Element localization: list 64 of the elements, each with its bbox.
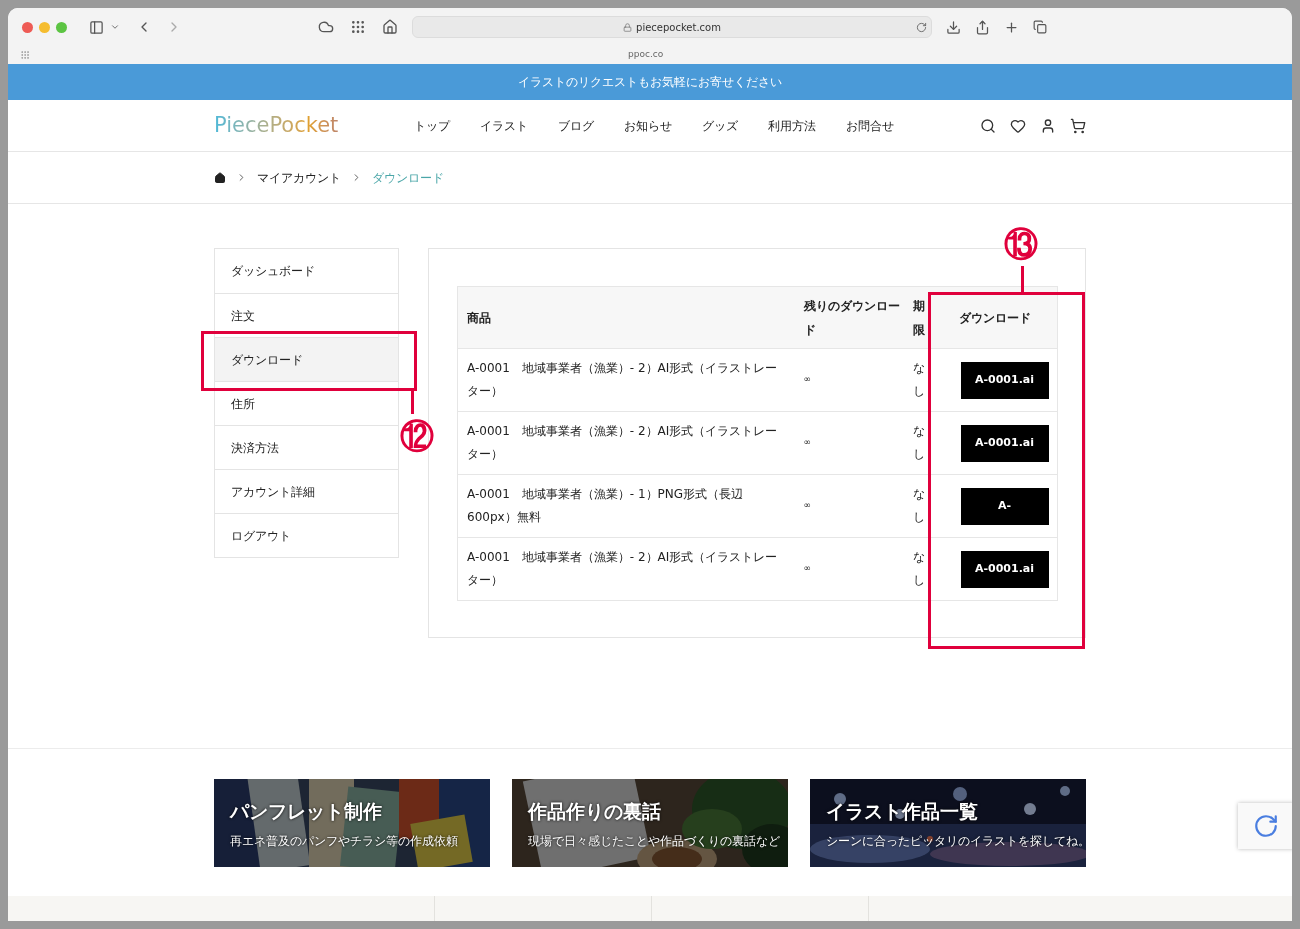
column-header: 商品 (457, 286, 795, 349)
download-button[interactable]: A- (960, 487, 1049, 525)
table-cell: A-0001 地域事業者（漁業）- 2）AI形式（イラストレーター） (457, 537, 795, 601)
table-cell: なし (912, 348, 931, 412)
recaptcha-badge[interactable] (1238, 803, 1292, 849)
reload-icon[interactable] (916, 21, 927, 33)
close-icon[interactable] (22, 21, 33, 33)
account-menu-item[interactable]: ダウンロード (215, 337, 398, 381)
table-cell: ∞ (794, 411, 913, 475)
nav-link[interactable]: ブログ (558, 116, 594, 135)
promo-subtitle: シーンに合ったピッタリのイラストを探してね。 (826, 832, 1086, 850)
column-header: 残りのダウンロード (794, 286, 913, 349)
promo-card[interactable]: パンフレット制作 再エネ普及のパンフやチラシ等の作成依頼 (214, 779, 490, 867)
recaptcha-icon (1253, 813, 1279, 839)
download-button[interactable]: A-0001.ai (960, 424, 1049, 462)
leader-line (1021, 266, 1024, 292)
nav-link[interactable]: グッズ (702, 116, 738, 135)
promo-card[interactable]: 作品作りの裏話 現場で日々感じたことや作品づくりの裏話など (512, 779, 788, 867)
grid-icon[interactable] (350, 19, 366, 35)
download-icon[interactable] (946, 19, 961, 35)
search-icon[interactable] (980, 117, 996, 134)
promo-title: パンフレット制作 (230, 799, 383, 824)
table-cell: A-0001 地域事業者（漁業）- 1）PNG形式（長辺600px）無料 (457, 474, 795, 538)
promo-subtitle: 再エネ普及のパンフやチラシ等の作成依頼 (230, 832, 459, 850)
chevron-down-icon[interactable] (110, 22, 120, 32)
annotation-number: ⑬ (1004, 224, 1038, 264)
table-cell: A-0001 地域事業者（漁業）- 2）AI形式（イラストレーター） (457, 348, 795, 412)
table-cell: ∞ (794, 348, 913, 412)
table-cell: ∞ (794, 537, 913, 601)
account-icon[interactable] (1040, 117, 1056, 134)
leader-line (411, 391, 414, 414)
table-cell: なし (912, 474, 931, 538)
home-icon[interactable] (214, 171, 226, 184)
table-cell: A-0001 地域事業者（漁業）- 2）AI形式（イラストレーター） (457, 411, 795, 475)
nav-link[interactable]: お問合せ (846, 116, 894, 135)
cloud-icon[interactable] (318, 19, 334, 35)
nav-link[interactable]: イラスト (480, 116, 528, 135)
address-bar[interactable]: piecepocket.com (412, 16, 932, 38)
heart-icon[interactable] (1010, 117, 1026, 134)
cart-icon[interactable] (1070, 117, 1086, 134)
tab-title[interactable]: ppoc.co (628, 48, 664, 62)
promo-card[interactable]: イラスト作品一覧 シーンに合ったピッタリのイラストを探してね。 (810, 779, 1086, 867)
promo-subtitle: 現場で日々感じたことや作品づくりの裏話など (528, 832, 781, 850)
promo-title: イラスト作品一覧 (826, 799, 979, 824)
promo-title: 作品作りの裏話 (528, 799, 662, 824)
tabs-icon[interactable] (1033, 20, 1047, 34)
annotation-number: ⑫ (400, 416, 434, 456)
home-icon[interactable] (382, 19, 398, 35)
column-header: ダウンロード (930, 286, 1058, 349)
nav-link[interactable]: トップ (414, 116, 450, 135)
breadcrumb-link[interactable]: マイアカウント (257, 168, 341, 187)
new-tab-icon[interactable] (1004, 19, 1019, 35)
banner-text: イラストのリクエストもお気軽にお寄せください (518, 74, 782, 91)
table-cell: ∞ (794, 474, 913, 538)
sidebar-icon[interactable] (89, 19, 104, 35)
table-cell: なし (912, 537, 931, 601)
nav-link[interactable]: お知らせ (624, 116, 672, 135)
download-button[interactable]: A-0001.ai (960, 361, 1049, 399)
download-button[interactable]: A-0001.ai (960, 550, 1049, 588)
share-icon[interactable] (975, 19, 990, 35)
nav-link[interactable]: 利用方法 (768, 116, 816, 135)
column-header: 期限 (912, 286, 931, 349)
table-cell: なし (912, 411, 931, 475)
lock-icon (623, 22, 633, 32)
